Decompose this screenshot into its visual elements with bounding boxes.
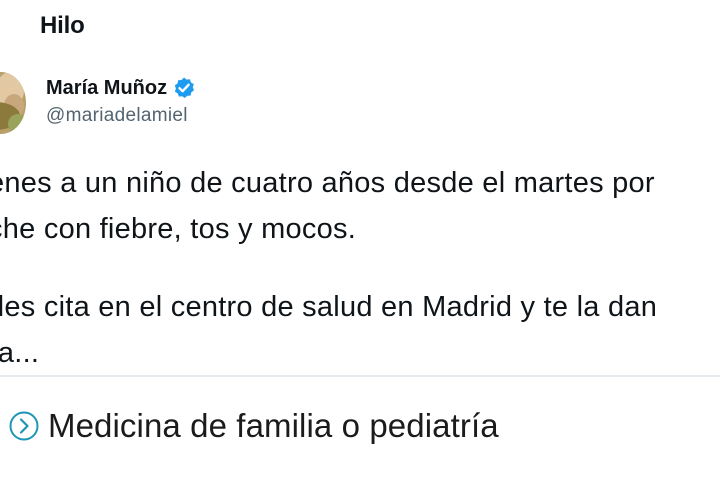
card-label: Medicina de familia o pediatría [48, 407, 499, 444]
author-handle[interactable]: @mariadelamiel [46, 105, 188, 127]
chevron-right-circle-icon [8, 410, 40, 442]
avatar-image [0, 72, 26, 134]
tweet-line: che con fiebre, tos y mocos. [0, 213, 357, 245]
tweet-line: des cita en el centro de salud en Madrid… [0, 291, 658, 323]
embedded-card-item[interactable]: Medicina de familia o pediatría [8, 407, 499, 445]
tweet-line: enes a un niño de cuatro años desde el m… [0, 167, 655, 199]
verified-badge-icon [172, 76, 196, 100]
author-name: María Muñoz [46, 76, 168, 99]
divider [0, 375, 720, 377]
tweet-text: enes a un niño de cuatro años desde el m… [0, 160, 720, 376]
author-link[interactable]: María Muñoz [46, 76, 196, 100]
tweet-line: ra... [0, 337, 40, 369]
avatar[interactable] [0, 72, 26, 134]
page-title: Hilo [40, 12, 85, 39]
